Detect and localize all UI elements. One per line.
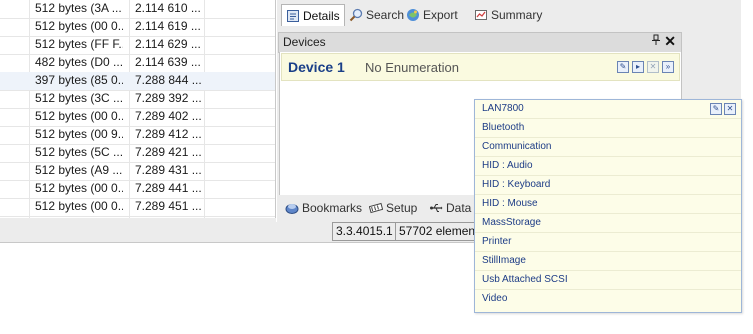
element-count-label: 57702 element	[395, 222, 477, 241]
tab-search[interactable]: Search	[345, 4, 408, 26]
tab-label: Search	[366, 8, 405, 22]
dropdown-item[interactable]: HID : Audio	[475, 157, 741, 176]
tab-export[interactable]: Export	[402, 4, 462, 26]
table-row[interactable]: 512 bytes (A9 ... 7.289 431 ...	[0, 162, 275, 181]
table-cell-time: 2.114 619 ...	[135, 19, 201, 33]
table-cell-size: 512 bytes (00 0...	[35, 19, 123, 33]
table-cell-time: 2.114 629 ...	[135, 37, 201, 51]
dropdown-item-label: Communication	[482, 141, 552, 152]
table-row[interactable]: 512 bytes (00 9... 7.289 412 ...	[0, 126, 275, 145]
dropdown-item-label: StillImage	[482, 255, 526, 266]
table-cell-size: 512 bytes (3C ...	[35, 91, 123, 105]
pin-icon[interactable]	[651, 34, 661, 49]
dropdown-item-label: Printer	[482, 236, 512, 247]
device-status: No Enumeration	[365, 60, 459, 75]
tab-setup[interactable]: Setup	[365, 198, 421, 218]
table-cell-time: 7.289 392 ...	[135, 91, 202, 105]
usb-icon	[429, 201, 443, 215]
tab-label: Setup	[386, 201, 418, 215]
table-row[interactable]: 512 bytes (00 0... 7.289 451 ...	[0, 198, 275, 217]
dropdown-item-label: LAN7800	[482, 103, 524, 114]
table-row[interactable]: 512 bytes (00 0... 2.114 619 ...	[0, 18, 275, 37]
table-cell-time: 7.289 451 ...	[135, 199, 202, 213]
dropdown-item[interactable]: Usb Attached SCSI	[475, 271, 741, 290]
dropdown-item[interactable]: Printer	[475, 233, 741, 252]
table-row-selected[interactable]: 397 bytes (85 0... 7.288 844 ...	[0, 72, 275, 91]
table-cell-size: 512 bytes (5C ...	[35, 145, 123, 159]
capture-data-table: 512 bytes (3A ... 2.114 610 ... 512 bytes…	[0, 0, 276, 218]
table-row[interactable]: 512 bytes (3A ... 2.114 610 ...	[0, 0, 275, 19]
dropdown-item[interactable]: Communication	[475, 138, 741, 157]
tab-summary[interactable]: Summary	[470, 4, 546, 26]
close-icon[interactable]: ✕	[664, 33, 676, 50]
tab-label: Summary	[491, 8, 543, 22]
table-row[interactable]: 512 bytes (00 0... 7.289 441 ...	[0, 180, 275, 199]
expand-icon[interactable]: »	[662, 61, 674, 73]
tab-label: Details	[303, 9, 340, 23]
dropdown-item[interactable]: HID : Keyboard	[475, 176, 741, 195]
table-row[interactable]: 482 bytes (D0 ... 2.114 639 ...	[0, 54, 275, 73]
dropdown-item-label: Bluetooth	[482, 122, 525, 133]
table-cell-size: 482 bytes (D0 ...	[35, 55, 123, 69]
tab-label: Bookmarks	[302, 201, 363, 215]
panel-title: Devices	[283, 35, 326, 49]
summary-icon	[474, 7, 488, 21]
table-cell-time: 2.114 610 ...	[135, 1, 201, 15]
bookmarks-icon	[285, 201, 299, 215]
table-cell-time: 7.289 412 ...	[135, 127, 202, 141]
dropdown-item[interactable]: HID : Mouse	[475, 195, 741, 214]
device-class-dropdown: LAN7800 ✎ ✕ Bluetooth Communication HID …	[474, 99, 742, 313]
close-icon[interactable]: ✕	[724, 103, 736, 115]
details-icon	[286, 8, 300, 22]
dropdown-item-label: Usb Attached SCSI	[482, 274, 568, 285]
dropdown-item[interactable]: Video	[475, 290, 741, 308]
edit-icon[interactable]: ✎	[617, 61, 629, 73]
stop-icon[interactable]: ✕	[647, 61, 659, 73]
dropdown-item[interactable]: StillImage	[475, 252, 741, 271]
table-cell-size: 512 bytes (3A ...	[35, 1, 122, 15]
dropdown-item-label: HID : Keyboard	[482, 179, 551, 190]
tab-bookmarks[interactable]: Bookmarks	[281, 198, 366, 218]
version-label: 3.3.4015.1	[332, 222, 396, 241]
dropdown-item-label: MassStorage	[482, 217, 541, 228]
tab-data[interactable]: Data	[425, 198, 475, 218]
dropdown-item-label: HID : Mouse	[482, 198, 538, 209]
table-row[interactable]: 512 bytes (00 0... 7.289 402 ...	[0, 108, 275, 127]
dropdown-item[interactable]: Bluetooth	[475, 119, 741, 138]
play-icon[interactable]: ▸	[632, 61, 644, 73]
search-icon	[349, 7, 363, 22]
tab-details[interactable]: Details	[281, 4, 345, 26]
table-cell-time: 7.289 402 ...	[135, 109, 202, 123]
setup-icon	[368, 201, 384, 215]
table-row[interactable]: 512 bytes (FF F... 2.114 629 ...	[0, 36, 275, 55]
tab-label: Export	[423, 8, 458, 22]
table-cell-time: 7.289 431 ...	[135, 163, 202, 177]
device-name: Device 1	[288, 59, 345, 75]
table-cell-size: 512 bytes (A9 ...	[35, 163, 123, 177]
dropdown-item[interactable]: MassStorage	[475, 214, 741, 233]
table-cell-time: 7.289 421 ...	[135, 145, 202, 159]
table-row[interactable]: 512 bytes (5C ... 7.289 421 ...	[0, 144, 275, 163]
table-cell-time: 7.288 844 ...	[135, 73, 202, 87]
table-cell-size: 512 bytes (00 0...	[35, 181, 123, 195]
table-cell-size: 512 bytes (00 0...	[35, 109, 123, 123]
table-cell-time: 2.114 639 ...	[135, 55, 201, 69]
edit-icon[interactable]: ✎	[710, 103, 722, 115]
devices-panel-header: Devices ✕	[278, 32, 682, 53]
table-cell-size: 512 bytes (00 9...	[35, 127, 123, 141]
dropdown-item-label: Video	[482, 293, 508, 304]
table-cell-size: 512 bytes (00 0...	[35, 199, 123, 213]
export-icon	[406, 7, 420, 21]
device-row[interactable]: Device 1 No Enumeration ✎ ▸ ✕ »	[281, 53, 680, 81]
table-row[interactable]: 512 bytes (3C ... 7.289 392 ...	[0, 90, 275, 109]
tab-label: Data	[446, 201, 472, 215]
table-cell-size: 512 bytes (FF F...	[35, 37, 123, 51]
dropdown-item[interactable]: LAN7800 ✎ ✕	[475, 100, 741, 119]
table-cell-time: 7.289 441 ...	[135, 181, 202, 195]
table-cell-size: 397 bytes (85 0...	[35, 73, 123, 87]
dropdown-item-label: HID : Audio	[482, 160, 533, 171]
